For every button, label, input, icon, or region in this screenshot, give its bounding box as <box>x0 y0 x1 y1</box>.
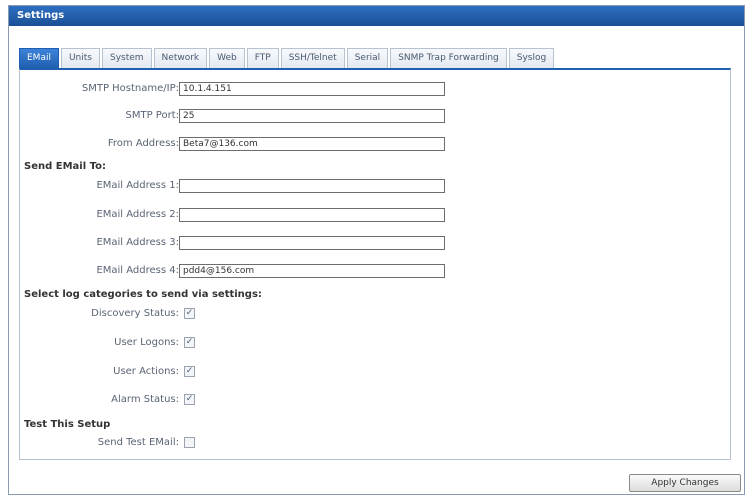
user-actions-label: User Actions: <box>113 366 179 377</box>
tab-network[interactable]: Network <box>153 48 208 68</box>
tab-bar: EMail Units System Network Web FTP SSH/T… <box>19 48 556 68</box>
smtp-hostname-label: SMTP Hostname/IP: <box>81 83 179 94</box>
from-address-label: From Address: <box>107 138 179 149</box>
tab-system[interactable]: System <box>101 48 152 68</box>
discovery-status-label: Discovery Status: <box>91 308 179 319</box>
tab-ftp[interactable]: FTP <box>246 48 279 68</box>
user-logons-label: User Logons: <box>114 337 179 348</box>
from-address-input[interactable] <box>179 137 445 151</box>
smtp-hostname-input[interactable] <box>179 82 445 96</box>
window-title: Settings <box>9 6 744 26</box>
log-categories-heading: Select log categories to send via settin… <box>24 289 262 300</box>
send-test-email-checkbox[interactable] <box>184 437 195 448</box>
email-address-4-label: EMail Address 4: <box>96 265 179 276</box>
test-setup-heading: Test This Setup <box>24 419 111 430</box>
alarm-status-label: Alarm Status: <box>111 394 179 405</box>
alarm-status-checkbox[interactable]: ✓ <box>184 394 195 405</box>
tab-syslog[interactable]: Syslog <box>508 48 555 68</box>
email-address-3-input[interactable] <box>179 236 445 250</box>
tab-serial[interactable]: Serial <box>346 48 389 68</box>
tab-web[interactable]: Web <box>209 48 245 68</box>
email-address-4-input[interactable] <box>179 264 445 278</box>
send-email-to-heading: Send EMail To: <box>24 161 106 172</box>
discovery-status-checkbox[interactable]: ✓ <box>184 308 195 319</box>
tab-email[interactable]: EMail <box>19 48 59 68</box>
user-actions-checkbox[interactable]: ✓ <box>184 366 195 377</box>
tab-snmp-trap-forwarding[interactable]: SNMP Trap Forwarding <box>390 48 507 68</box>
user-logons-checkbox[interactable]: ✓ <box>184 337 195 348</box>
email-address-1-input[interactable] <box>179 179 445 193</box>
email-address-1-label: EMail Address 1: <box>96 180 179 191</box>
email-address-3-label: EMail Address 3: <box>96 237 179 248</box>
tab-units[interactable]: Units <box>60 48 100 68</box>
email-address-2-label: EMail Address 2: <box>96 209 179 220</box>
smtp-port-label: SMTP Port: <box>125 110 180 121</box>
settings-window: Settings EMail Units System Network Web … <box>8 5 745 495</box>
tab-ssh-telnet[interactable]: SSH/Telnet <box>280 48 345 68</box>
send-test-email-label: Send Test EMail: <box>97 437 179 448</box>
apply-changes-button[interactable]: Apply Changes <box>629 474 741 492</box>
smtp-port-input[interactable] <box>179 109 445 123</box>
email-address-2-input[interactable] <box>179 208 445 222</box>
